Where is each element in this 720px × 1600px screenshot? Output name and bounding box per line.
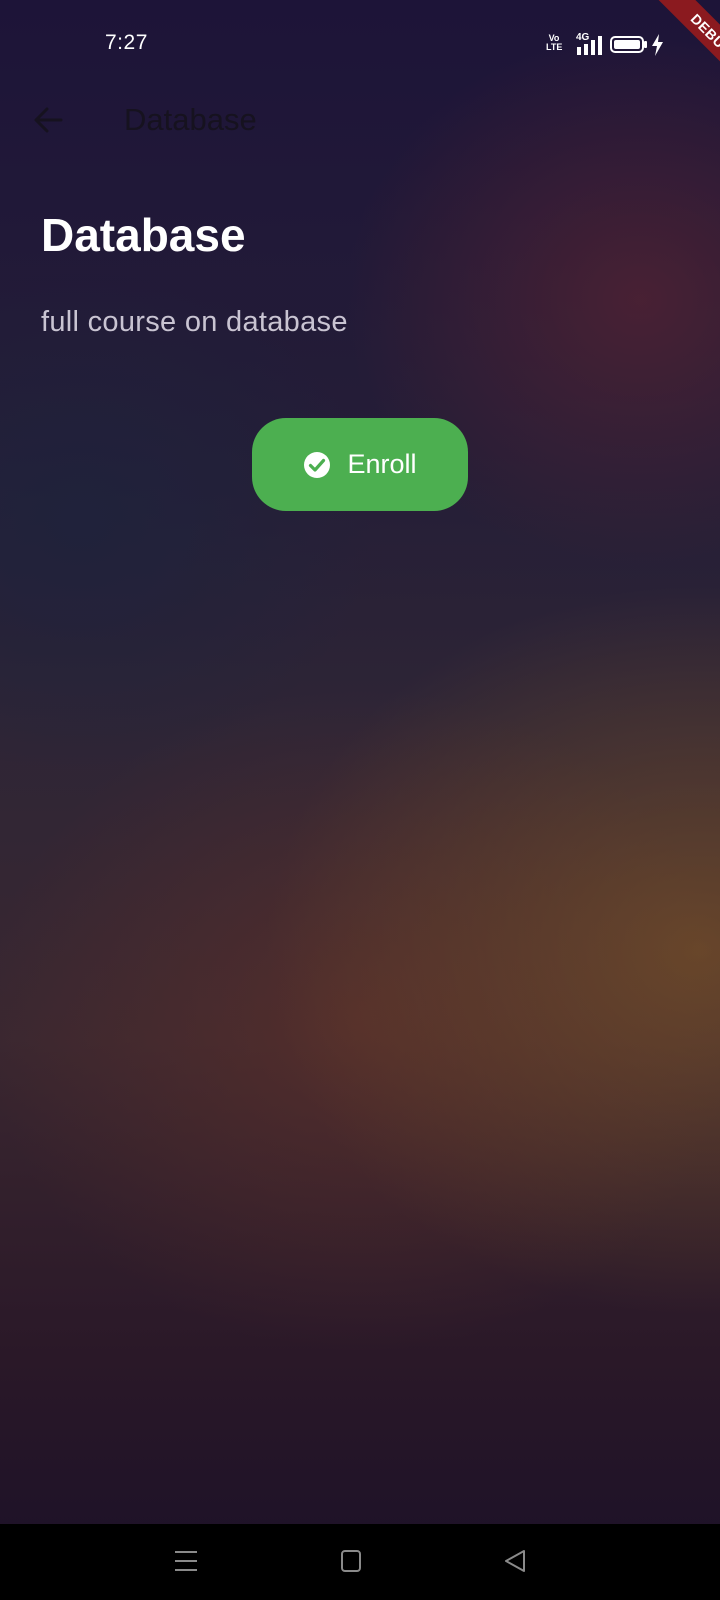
app-bar: Database [0,90,720,150]
enroll-button[interactable]: Enroll [252,418,468,511]
check-circle-icon [304,451,331,478]
system-nav-bar [0,1524,720,1600]
arrow-left-icon[interactable] [33,106,63,134]
course-description: full course on database [41,306,348,338]
enroll-label: Enroll [347,449,417,479]
menu-icon[interactable] [171,1546,201,1576]
volte-bottom-label: LTE [546,42,563,52]
app-bar-title: Database [124,102,257,137]
status-time: 7:27 [105,31,148,54]
status-bar: 7:27 Vo LTE 4G [0,0,720,90]
signal-icon [577,36,602,55]
home-square-icon[interactable] [336,1546,366,1576]
triangle-back-icon[interactable] [500,1546,530,1576]
volte-icon: Vo LTE [546,34,562,56]
course-title: Database [41,209,246,261]
debug-ribbon-label: DEBUG [646,0,720,100]
debug-banner: DEBUG [620,0,720,100]
